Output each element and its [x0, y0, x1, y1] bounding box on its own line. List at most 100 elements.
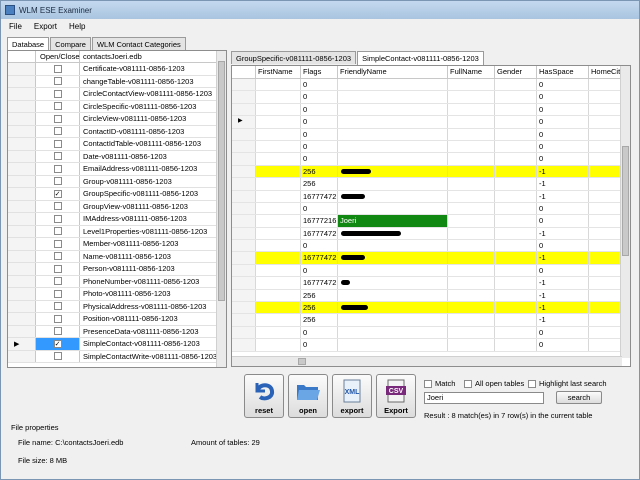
full-name-cell[interactable] [448, 116, 495, 128]
flags-cell[interactable]: 256 [301, 314, 338, 326]
friendly-name-cell[interactable] [338, 302, 448, 314]
table-list-item[interactable]: Certificate-v081111-0856-1203 [8, 63, 226, 76]
friendly-name-cell[interactable] [338, 339, 448, 351]
grid-row[interactable]: 00 [232, 339, 629, 352]
gender-cell[interactable] [495, 252, 537, 264]
row-header[interactable] [8, 63, 36, 75]
gender-cell[interactable] [495, 202, 537, 215]
open-close-checkbox[interactable] [53, 289, 62, 298]
full-name-cell[interactable] [448, 178, 495, 190]
flags-cell[interactable]: 0 [301, 326, 338, 339]
gender-cell[interactable] [495, 128, 537, 140]
table-list-item[interactable]: ContactIdTable-v081111-0856-1203 [8, 138, 226, 151]
grid-column-header[interactable]: FriendlyName [338, 66, 448, 78]
open-close-checkbox[interactable] [53, 252, 62, 261]
grid-row-header[interactable] [232, 79, 256, 91]
gender-cell[interactable] [495, 339, 537, 351]
highlight-checkbox[interactable] [528, 379, 536, 388]
row-header[interactable] [8, 225, 36, 237]
grid-row[interactable]: 00 [232, 264, 629, 278]
open-close-checkbox[interactable] [53, 202, 62, 211]
friendly-name-cell[interactable] [338, 314, 448, 326]
first-name-cell[interactable] [256, 314, 301, 326]
friendly-name-cell[interactable] [338, 264, 448, 277]
friendly-name-cell[interactable] [338, 190, 448, 202]
flags-cell[interactable]: 16777472 [301, 252, 338, 264]
row-header[interactable] [8, 313, 36, 325]
full-name-cell[interactable] [448, 140, 495, 153]
scroll-thumb[interactable] [622, 146, 629, 256]
grid-column-header[interactable]: FullName [448, 66, 495, 78]
table-list-item[interactable]: GroupView-v081111-0856-1203 [8, 200, 226, 213]
gender-cell[interactable] [495, 289, 537, 302]
flags-cell[interactable]: 256 [301, 289, 338, 302]
table-list-item[interactable]: SimpleContactWrite-v081111-0856-1203 [8, 350, 226, 363]
flags-cell[interactable]: 0 [301, 116, 338, 128]
first-name-cell[interactable] [256, 202, 301, 215]
row-header[interactable] [8, 300, 36, 312]
gender-cell[interactable] [495, 215, 537, 227]
grid-row[interactable]: 256 -1 [232, 165, 629, 179]
first-name-cell[interactable] [256, 153, 301, 165]
friendly-name-cell[interactable] [338, 178, 448, 190]
friendly-name-cell[interactable] [338, 128, 448, 140]
first-name-cell[interactable] [256, 252, 301, 264]
flags-cell[interactable]: 16777472 [301, 190, 338, 202]
has-space-cell[interactable]: 0 [537, 264, 589, 277]
first-name-cell[interactable] [256, 289, 301, 302]
first-name-cell[interactable] [256, 326, 301, 339]
row-header[interactable] [8, 325, 36, 337]
grid-row-header[interactable] [232, 277, 256, 289]
flags-cell[interactable]: 0 [301, 140, 338, 153]
row-header[interactable] [8, 100, 36, 112]
grid-row[interactable]: 16777472 -1 [232, 190, 629, 203]
flags-cell[interactable]: 0 [301, 79, 338, 91]
first-name-cell[interactable] [256, 339, 301, 351]
has-space-cell[interactable]: 0 [537, 326, 589, 339]
table-list-item[interactable]: ContactID-v081111-0856-1203 [8, 125, 226, 138]
has-space-cell[interactable]: -1 [537, 178, 589, 190]
first-name-cell[interactable] [256, 91, 301, 103]
grid-row[interactable]: 256 -1 [232, 302, 629, 315]
open-close-checkbox[interactable] [53, 177, 62, 186]
gender-cell[interactable] [495, 326, 537, 339]
first-name-cell[interactable] [256, 302, 301, 314]
highlight-option[interactable]: Highlight last search [528, 379, 607, 388]
has-space-cell[interactable]: 0 [537, 128, 589, 140]
table-list-item[interactable]: Person-v081111-0856-1203 [8, 263, 226, 276]
table-list-item[interactable]: Group-v081111-0856-1203 [8, 175, 226, 188]
full-name-cell[interactable] [448, 153, 495, 165]
friendly-name-cell[interactable] [338, 165, 448, 178]
table-list-item[interactable]: Level1Properties-v081111-0856-1203 [8, 225, 226, 238]
tab-simplecontact[interactable]: SimpleContact-v081111-0856-1203 [357, 51, 484, 65]
table-list-item[interactable]: PhoneNumber-v081111-0856-1203 [8, 275, 226, 288]
grid-row[interactable]: 256 -1 [232, 289, 629, 303]
has-space-cell[interactable]: -1 [537, 289, 589, 302]
open-button[interactable]: open [288, 374, 328, 418]
friendly-name-cell[interactable] [338, 103, 448, 116]
flags-cell[interactable]: 16777216 [301, 215, 338, 227]
gender-cell[interactable] [495, 79, 537, 91]
flags-cell[interactable]: 256 [301, 178, 338, 190]
table-list-item[interactable]: ✓ GroupSpecific-v081111-0856-1203 [8, 188, 226, 201]
first-name-cell[interactable] [256, 103, 301, 116]
first-name-cell[interactable] [256, 190, 301, 202]
grid-row-header[interactable]: ▶ [232, 116, 256, 128]
has-space-cell[interactable]: 0 [537, 116, 589, 128]
grid-row-header[interactable] [232, 289, 256, 302]
flags-cell[interactable]: 0 [301, 91, 338, 103]
search-input[interactable]: Joeri [424, 392, 544, 404]
has-space-cell[interactable]: -1 [537, 314, 589, 326]
table-list-item[interactable]: Date-v081111-0856-1203 [8, 150, 226, 163]
open-close-checkbox[interactable] [53, 152, 62, 161]
has-space-cell[interactable]: 0 [537, 339, 589, 351]
open-close-checkbox[interactable] [53, 302, 62, 311]
grid-row-header[interactable] [232, 165, 256, 178]
gender-cell[interactable] [495, 103, 537, 116]
open-close-checkbox[interactable] [53, 327, 62, 336]
all-tables-checkbox[interactable] [464, 379, 472, 388]
row-header[interactable] [8, 288, 36, 300]
open-close-checkbox[interactable] [53, 314, 62, 323]
grid-vertical-scrollbar[interactable] [620, 66, 630, 358]
row-header[interactable] [8, 138, 36, 150]
